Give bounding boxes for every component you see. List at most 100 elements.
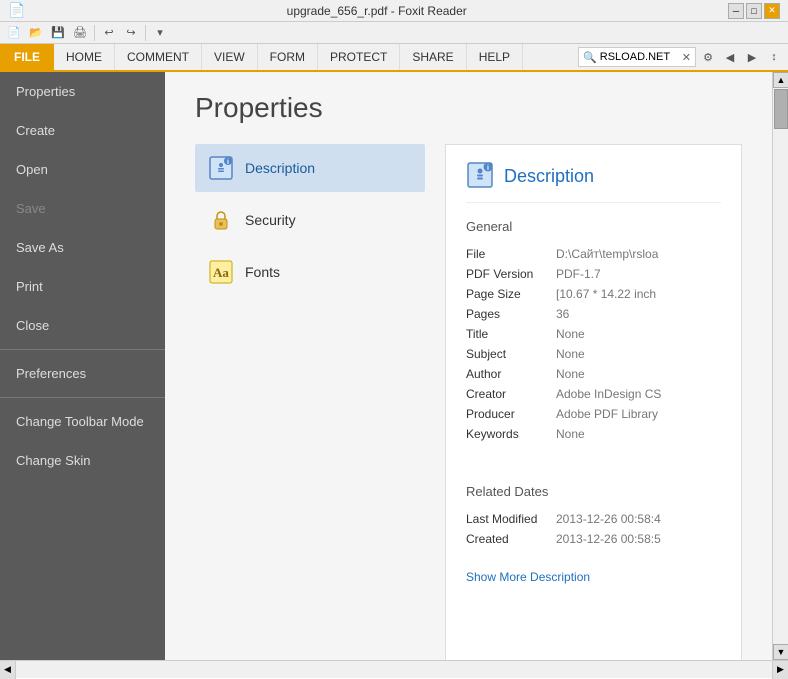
- scroll-track[interactable]: [773, 88, 788, 644]
- tab-form[interactable]: FORM: [258, 44, 318, 70]
- search-clear-button[interactable]: ✕: [682, 51, 691, 64]
- qa-new-button[interactable]: 📄: [4, 24, 24, 42]
- show-more-container: Show More Description: [466, 569, 721, 584]
- qa-customize-button[interactable]: ▾: [150, 24, 170, 42]
- close-button[interactable]: ✕: [764, 3, 780, 19]
- details-header-icon: i: [466, 161, 494, 192]
- vertical-scrollbar: ▲ ▼: [772, 72, 788, 660]
- hscroll-right-button[interactable]: ▶: [772, 661, 788, 679]
- prop-value: D:\Сайт\temp\rsloa: [556, 244, 721, 264]
- date-value: 2013-12-26 00:58:4: [556, 509, 721, 529]
- sidebar-item-preferences[interactable]: Preferences: [0, 354, 165, 393]
- spacer: [466, 464, 721, 484]
- category-item-fonts[interactable]: Aa Fonts: [195, 248, 425, 296]
- tab-share[interactable]: SHARE: [400, 44, 466, 70]
- tab-protect[interactable]: PROTECT: [318, 44, 400, 70]
- category-label-security: Security: [245, 212, 296, 228]
- expand-button[interactable]: ↕: [764, 47, 784, 67]
- prop-value: Adobe InDesign CS: [556, 384, 721, 404]
- scroll-thumb[interactable]: [774, 89, 788, 129]
- prop-value: None: [556, 364, 721, 384]
- qa-open-button[interactable]: 📂: [26, 24, 46, 42]
- table-row: Creator Adobe InDesign CS: [466, 384, 721, 404]
- scroll-down-button[interactable]: ▼: [773, 644, 788, 660]
- table-row: Title None: [466, 324, 721, 344]
- dates-table: Last Modified 2013-12-26 00:58:4 Created…: [466, 509, 721, 549]
- tab-view[interactable]: VIEW: [202, 44, 258, 70]
- qa-undo-button[interactable]: ↩: [99, 24, 119, 42]
- show-more-description-link[interactable]: Show More Description: [466, 570, 590, 584]
- qa-print-button[interactable]: 🖨: [70, 24, 90, 42]
- fonts-icon: Aa: [207, 258, 235, 286]
- date-key: Last Modified: [466, 509, 556, 529]
- svg-text:Aa: Aa: [213, 265, 229, 280]
- description-icon: i: [207, 154, 235, 182]
- table-row: Subject None: [466, 344, 721, 364]
- related-dates-label: Related Dates: [466, 484, 721, 499]
- nav-next-button[interactable]: ▶: [742, 47, 762, 67]
- settings-icon-button[interactable]: ⚙: [698, 47, 718, 67]
- table-row: Pages 36: [466, 304, 721, 324]
- search-input[interactable]: [600, 51, 680, 63]
- nav-prev-button[interactable]: ◀: [720, 47, 740, 67]
- qa-save-button[interactable]: 💾: [48, 24, 68, 42]
- content-area: Properties i Description: [165, 72, 772, 660]
- sidebar-divider: [0, 349, 165, 350]
- prop-key: Title: [466, 324, 556, 344]
- title-bar: 📄 upgrade_656_r.pdf - Foxit Reader ─ □ ✕: [0, 0, 788, 22]
- restore-button[interactable]: □: [746, 3, 762, 19]
- sidebar-item-print[interactable]: Print: [0, 267, 165, 306]
- prop-value: PDF-1.7: [556, 264, 721, 284]
- prop-value: None: [556, 324, 721, 344]
- sidebar: Properties Create Open Save Save As Prin…: [0, 72, 165, 660]
- table-row: Last Modified 2013-12-26 00:58:4: [466, 509, 721, 529]
- tab-file[interactable]: FILE: [0, 44, 54, 70]
- prop-key: Producer: [466, 404, 556, 424]
- details-header: i Description: [466, 161, 721, 203]
- prop-value: [10.67 * 14.22 inch: [556, 284, 721, 304]
- prop-value: None: [556, 424, 721, 444]
- minimize-button[interactable]: ─: [728, 3, 744, 19]
- main-layout: Properties Create Open Save Save As Prin…: [0, 72, 788, 660]
- sidebar-item-close[interactable]: Close: [0, 306, 165, 345]
- category-list: i Description Security: [195, 144, 425, 660]
- sidebar-item-change-skin[interactable]: Change Skin: [0, 441, 165, 480]
- category-label-description: Description: [245, 160, 315, 176]
- tab-help[interactable]: HELP: [467, 44, 523, 70]
- search-box: 🔍 ✕: [578, 47, 696, 67]
- svg-text:i: i: [227, 159, 229, 166]
- table-row: Page Size [10.67 * 14.22 inch: [466, 284, 721, 304]
- prop-key: Pages: [466, 304, 556, 324]
- prop-key: File: [466, 244, 556, 264]
- app-icon: 📄: [8, 2, 25, 19]
- hscroll-left-button[interactable]: ◀: [0, 661, 16, 679]
- table-row: Author None: [466, 364, 721, 384]
- date-key: Created: [466, 529, 556, 549]
- svg-text:i: i: [487, 165, 489, 172]
- toolbar-divider2: [145, 25, 146, 41]
- sidebar-item-saveas[interactable]: Save As: [0, 228, 165, 267]
- prop-key: Subject: [466, 344, 556, 364]
- page-title: Properties: [195, 92, 742, 124]
- category-item-security[interactable]: Security: [195, 196, 425, 244]
- prop-key: Author: [466, 364, 556, 384]
- category-label-fonts: Fonts: [245, 264, 280, 280]
- table-row: Created 2013-12-26 00:58:5: [466, 529, 721, 549]
- qa-redo-button[interactable]: ↪: [121, 24, 141, 42]
- sidebar-item-change-toolbar[interactable]: Change Toolbar Mode: [0, 402, 165, 441]
- sidebar-item-properties[interactable]: Properties: [0, 72, 165, 111]
- search-area: 🔍 ✕ ⚙ ◀ ▶ ↕: [574, 44, 788, 70]
- table-row: PDF Version PDF-1.7: [466, 264, 721, 284]
- toolbar-divider: [94, 25, 95, 41]
- details-title: Description: [504, 166, 594, 187]
- tab-home[interactable]: HOME: [54, 44, 115, 70]
- table-row: Keywords None: [466, 424, 721, 444]
- tab-comment[interactable]: COMMENT: [115, 44, 202, 70]
- sidebar-item-create[interactable]: Create: [0, 111, 165, 150]
- scroll-up-button[interactable]: ▲: [773, 72, 788, 88]
- table-row: Producer Adobe PDF Library: [466, 404, 721, 424]
- sidebar-item-open[interactable]: Open: [0, 150, 165, 189]
- category-item-description[interactable]: i Description: [195, 144, 425, 192]
- properties-table: File D:\Сайт\temp\rsloa PDF Version PDF-…: [466, 244, 721, 444]
- prop-value: 36: [556, 304, 721, 324]
